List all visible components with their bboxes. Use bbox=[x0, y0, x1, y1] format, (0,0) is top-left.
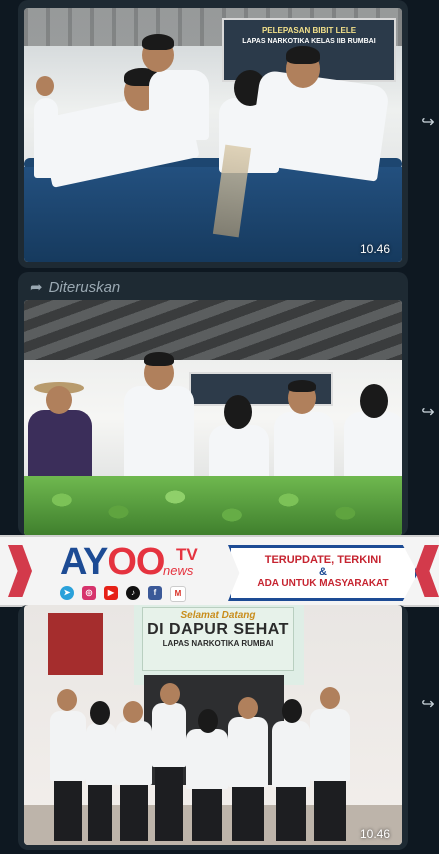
forward-icon-2[interactable]: ↪ bbox=[419, 404, 437, 422]
ad-slogan: TERUPDATE, TERKINI & ADA UNTUK MASYARAKA… bbox=[228, 545, 418, 601]
sign-line1: Selamat Datang bbox=[180, 610, 256, 621]
message-bubble-photo-2[interactable]: ➦ Diteruskan bbox=[18, 272, 408, 536]
banner-line2: LAPAS NARKOTIKA KELAS IIB RUMBAI bbox=[242, 38, 376, 45]
photo-dapur-sehat-group[interactable]: Selamat Datang DI DAPUR SEHAT LAPAS NARK… bbox=[24, 605, 402, 845]
ad-slogan-line2: ADA UNTUK MASYARAKAT bbox=[257, 578, 389, 589]
welcome-sign: Selamat Datang DI DAPUR SEHAT LAPAS NARK… bbox=[142, 607, 294, 671]
message-bubble-photo-3[interactable]: Selamat Datang DI DAPUR SEHAT LAPAS NARK… bbox=[18, 605, 408, 850]
message-bubble-photo-1[interactable]: PELEPASAN BIBIT LELE LAPAS NARKOTIKA KEL… bbox=[18, 0, 408, 268]
telegram-icon: ➤ bbox=[60, 586, 74, 600]
photo-lele-release[interactable]: PELEPASAN BIBIT LELE LAPAS NARKOTIKA KEL… bbox=[24, 8, 402, 262]
youtube-icon: ▶ bbox=[104, 586, 118, 600]
forwarded-text: Diteruskan bbox=[48, 278, 121, 296]
forward-icon[interactable]: ↪ bbox=[419, 114, 437, 132]
message-time: 10.46 bbox=[359, 242, 390, 256]
instagram-icon: ◎ bbox=[82, 586, 96, 600]
vegetable-bed bbox=[24, 476, 402, 536]
facebook-icon: f bbox=[148, 586, 162, 600]
gmail-icon: M bbox=[170, 586, 186, 602]
tiktok-icon: ♪ bbox=[126, 586, 140, 600]
photo-vegetable-harvest[interactable] bbox=[24, 300, 402, 536]
notice-board bbox=[48, 613, 103, 675]
ad-left-chevron bbox=[8, 545, 32, 597]
banner-line1: PELEPASAN BIBIT LELE bbox=[261, 26, 357, 35]
ayoo-tv-ad-banner[interactable]: AYOO TV news ➤ ◎ ▶ ♪ f M TERUPDATE, TERK… bbox=[0, 535, 439, 607]
message-time-3: 10.46 bbox=[359, 827, 390, 841]
ad-slogan-line1: TERUPDATE, TERKINI bbox=[264, 554, 382, 566]
ad-slogan-amp: & bbox=[319, 566, 327, 578]
ad-logo-tv: TV bbox=[176, 545, 198, 564]
ad-logo: AYOO bbox=[60, 541, 165, 584]
forwarded-icon: ➦ bbox=[30, 279, 43, 296]
forward-icon-3[interactable]: ↪ bbox=[419, 696, 437, 714]
sign-line2: DI DAPUR SEHAT bbox=[147, 621, 289, 638]
ad-social-icons: ➤ ◎ ▶ ♪ f M bbox=[60, 586, 186, 602]
ad-right-chevron bbox=[415, 545, 439, 597]
forwarded-label: ➦ Diteruskan bbox=[30, 278, 121, 297]
sign-line3: LAPAS NARKOTIKA RUMBAI bbox=[162, 639, 274, 648]
ad-logo-main: AYOO bbox=[60, 541, 165, 583]
ad-logo-news: news bbox=[163, 563, 194, 578]
